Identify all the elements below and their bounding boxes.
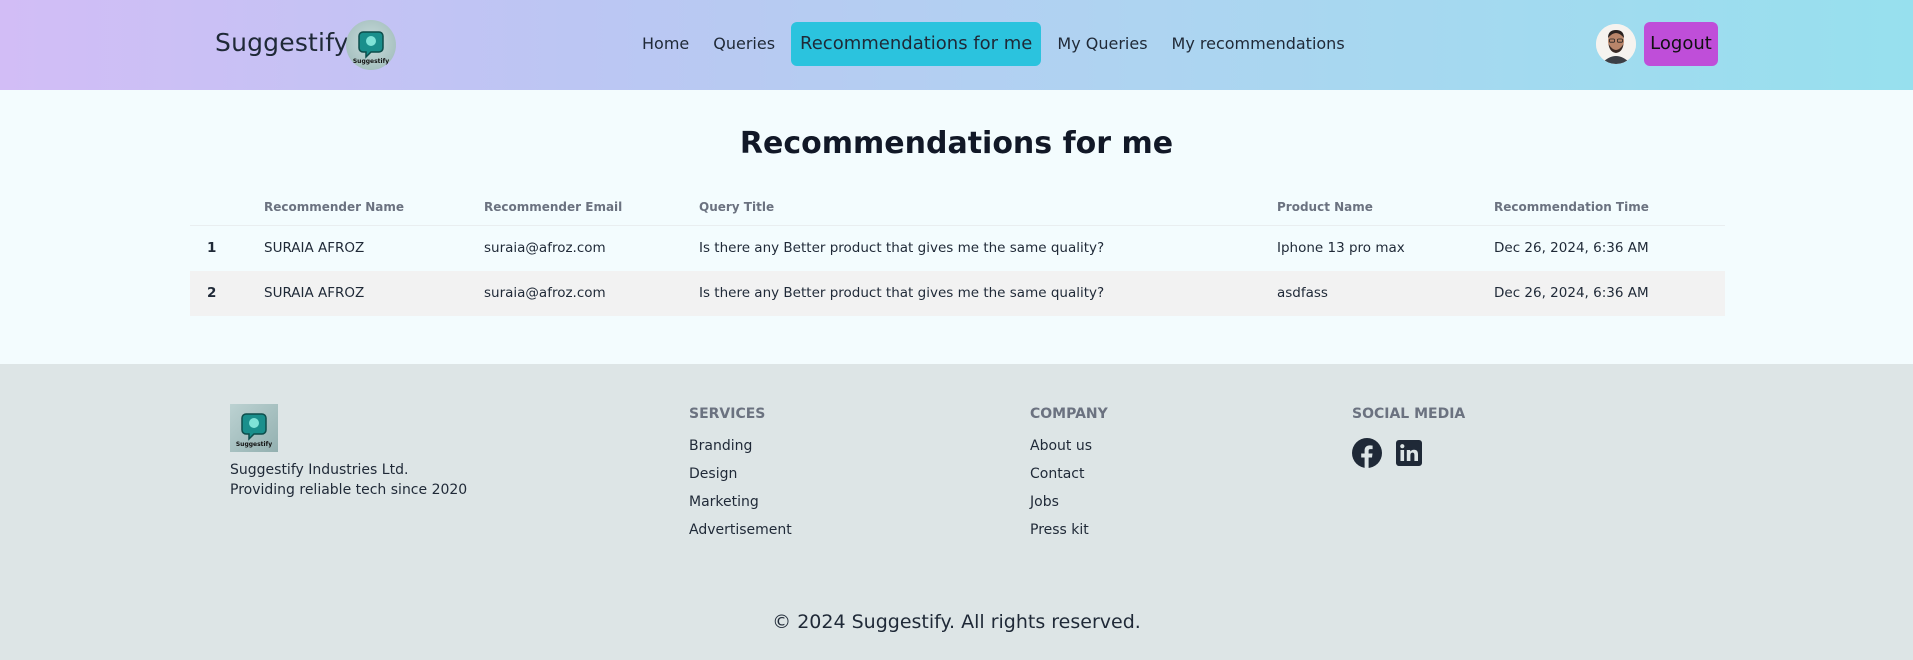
logout-button[interactable]: Logout	[1644, 22, 1718, 66]
services-heading: SERVICES	[689, 406, 766, 422]
nav-home[interactable]: Home	[630, 22, 701, 66]
page-title: Recommendations for me	[739, 126, 1174, 161]
recommender-name: SURAIA AFROZ	[264, 240, 365, 256]
footer-logo-icon: Suggestify	[230, 404, 278, 452]
query-title: Is there any Better product that gives m…	[699, 240, 1105, 256]
social-heading: SOCIAL MEDIA	[1352, 406, 1466, 422]
footer-link-advertisement[interactable]: Advertisement	[689, 522, 792, 540]
brand-logo-icon[interactable]: Suggestify	[346, 20, 396, 70]
linkedin-icon[interactable]	[1394, 438, 1424, 468]
footer-company-name: Suggestify Industries Ltd.	[230, 462, 409, 478]
copyright: © 2024 Suggestify. All rights reserved.	[772, 611, 1141, 633]
col-recommender-email: Recommender Email	[484, 200, 623, 214]
facebook-icon[interactable]	[1352, 438, 1382, 468]
svg-text:Suggestify: Suggestify	[236, 441, 272, 448]
company-heading: COMPANY	[1030, 406, 1108, 422]
footer-services: SERVICES Branding Design Marketing Adver…	[689, 406, 792, 550]
table-row: 2 SURAIA AFROZ suraia@afroz.com Is there…	[190, 271, 1725, 316]
main-nav: Home Queries Recommendations for me My Q…	[630, 22, 1357, 66]
nav-queries[interactable]: Queries	[701, 22, 787, 66]
footer: Suggestify Suggestify Industries Ltd. Pr…	[0, 364, 1913, 660]
nav-recommendations-for-me[interactable]: Recommendations for me	[791, 22, 1042, 66]
col-recommender-name: Recommender Name	[264, 200, 405, 214]
recommender-email: suraia@afroz.com	[484, 285, 606, 301]
table-header: Recommender Name Recommender Email Query…	[190, 190, 1725, 226]
col-recommendation-time: Recommendation Time	[1494, 200, 1649, 214]
recommender-email: suraia@afroz.com	[484, 240, 606, 256]
navbar: Suggestify Suggestify Home Queries Recom…	[0, 0, 1913, 90]
product-name: Iphone 13 pro max	[1277, 240, 1405, 256]
col-product-name: Product Name	[1277, 200, 1373, 214]
footer-link-jobs[interactable]: Jobs	[1030, 494, 1108, 512]
footer-link-contact[interactable]: Contact	[1030, 466, 1108, 484]
footer-link-press-kit[interactable]: Press kit	[1030, 522, 1108, 540]
row-number: 1	[207, 240, 217, 256]
footer-link-design[interactable]: Design	[689, 466, 792, 484]
product-name: asdfass	[1277, 285, 1328, 301]
svg-text:Suggestify: Suggestify	[353, 58, 389, 65]
table-row: 1 SURAIA AFROZ suraia@afroz.com Is there…	[190, 226, 1725, 271]
footer-tagline: Providing reliable tech since 2020	[230, 482, 468, 498]
footer-link-marketing[interactable]: Marketing	[689, 494, 792, 512]
nav-my-queries[interactable]: My Queries	[1045, 22, 1159, 66]
row-number: 2	[207, 285, 217, 301]
nav-my-recommendations[interactable]: My recommendations	[1160, 22, 1357, 66]
footer-social: SOCIAL MEDIA	[1352, 406, 1465, 468]
footer-link-about[interactable]: About us	[1030, 438, 1108, 456]
footer-company: COMPANY About us Contact Jobs Press kit	[1030, 406, 1108, 550]
recommendation-time: Dec 26, 2024, 6:36 AM	[1494, 240, 1649, 256]
user-avatar[interactable]	[1596, 24, 1636, 64]
recommendations-table: Recommender Name Recommender Email Query…	[190, 190, 1725, 316]
recommendation-time: Dec 26, 2024, 6:36 AM	[1494, 285, 1649, 301]
social-links	[1352, 438, 1465, 468]
recommender-name: SURAIA AFROZ	[264, 285, 365, 301]
main-content: Recommendations for me Recommender Name …	[0, 90, 1913, 364]
query-title: Is there any Better product that gives m…	[699, 285, 1105, 301]
brand-name[interactable]: Suggestify	[215, 28, 349, 57]
footer-link-branding[interactable]: Branding	[689, 438, 792, 456]
col-query-title: Query Title	[699, 200, 775, 214]
